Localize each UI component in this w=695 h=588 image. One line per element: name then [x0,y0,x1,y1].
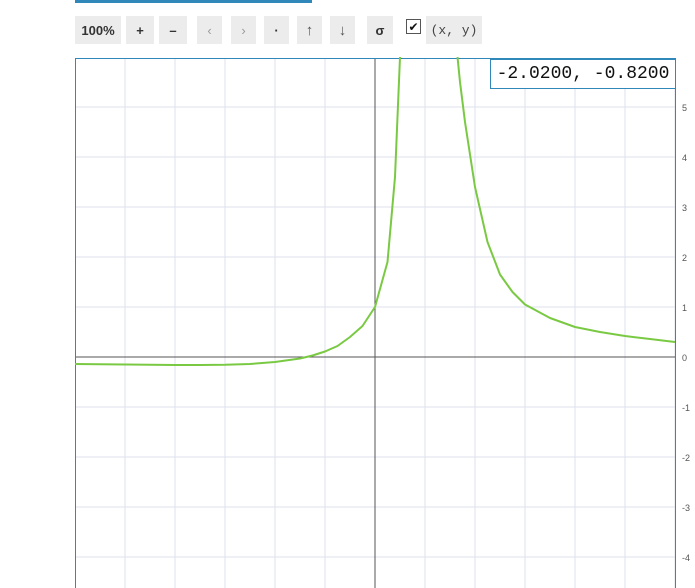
y-tick-label: -2 [682,453,690,463]
pan-left-button[interactable]: ‹ [197,16,222,44]
coordinate-readout: -2.0200, -0.8200 [490,59,676,89]
pan-right-button[interactable]: › [231,16,256,44]
y-tick-label: 4 [682,153,687,163]
pan-down-button[interactable]: ↓ [330,16,355,44]
plot-canvas[interactable]: 543210-1-2-3-4 [75,58,676,588]
coordinates-checkbox[interactable]: ✔ [406,19,421,34]
zoom-out-button[interactable]: – [159,16,187,44]
pan-up-button[interactable]: ↑ [297,16,322,44]
coordinates-label: (x, y) [426,16,482,44]
y-tick-label: 3 [682,203,687,213]
y-tick-label: 1 [682,303,687,313]
graph-area[interactable]: 543210-1-2-3-4 [75,58,676,588]
active-tab-indicator [75,0,312,3]
y-tick-label: 5 [682,103,687,113]
zoom-reset-button[interactable]: 100% [75,16,121,44]
trace-button[interactable]: σ [367,16,393,44]
y-tick-label: 0 [682,353,687,363]
y-tick-label: -4 [682,553,690,563]
y-tick-label: -1 [682,403,690,413]
y-tick-label: -3 [682,503,690,513]
y-tick-label: 2 [682,253,687,263]
zoom-in-button[interactable]: + [126,16,154,44]
center-view-button[interactable]: · [264,16,289,44]
